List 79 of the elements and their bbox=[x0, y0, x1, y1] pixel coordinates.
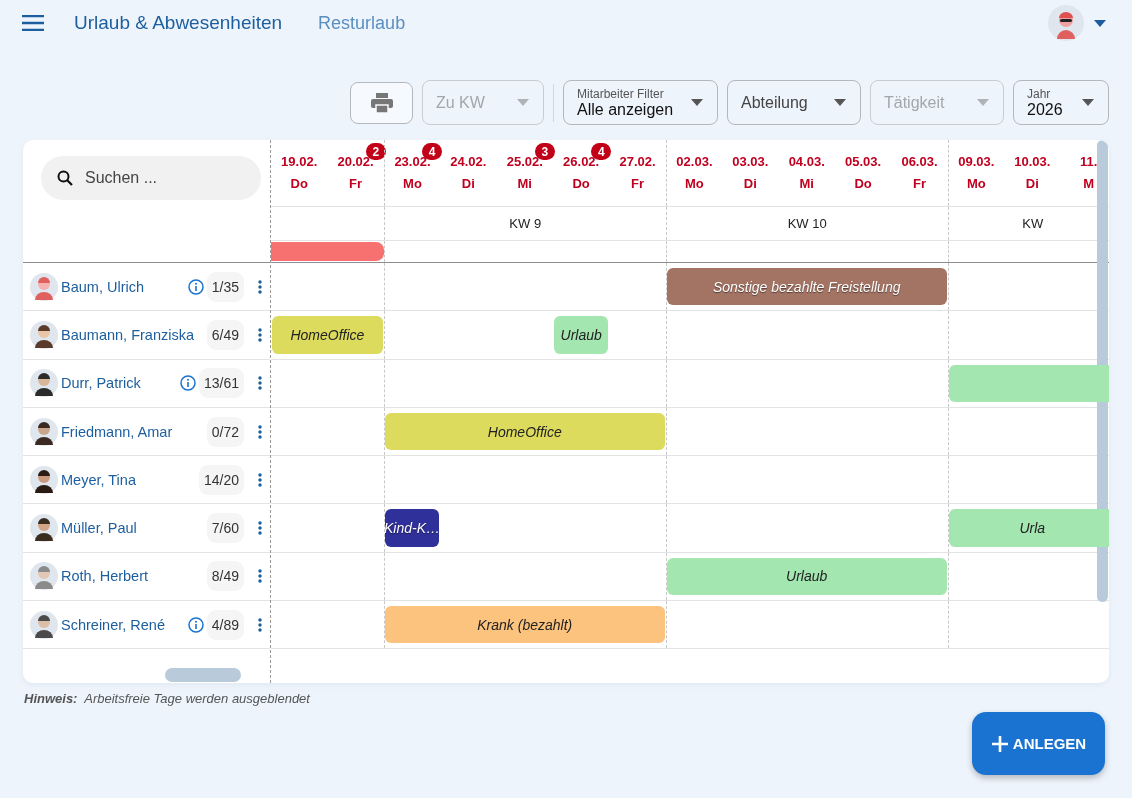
scrollbar[interactable] bbox=[1097, 140, 1108, 602]
print-button[interactable] bbox=[350, 81, 413, 124]
more-button[interactable] bbox=[256, 470, 264, 489]
vacation-count: 13/61 bbox=[198, 368, 244, 399]
vacation-count: 7/60 bbox=[206, 513, 244, 544]
vacation-count: 8/49 bbox=[206, 561, 244, 592]
more-button[interactable] bbox=[256, 374, 264, 393]
caret-icon bbox=[517, 99, 529, 106]
day-header: 03.03. Di bbox=[732, 153, 769, 193]
more-button[interactable] bbox=[256, 325, 264, 344]
avatar bbox=[30, 465, 58, 494]
day-header: 04.03. Mi bbox=[788, 153, 825, 193]
search-icon bbox=[57, 170, 73, 186]
week-label: KW 9 bbox=[509, 216, 542, 231]
info-icon[interactable] bbox=[187, 616, 204, 633]
hint-text: Hinweis: Arbeitsfreie Tage werden ausgeblendet bbox=[23, 690, 312, 708]
plus-icon bbox=[990, 734, 1009, 753]
day-header: 24.02. Di bbox=[450, 153, 487, 193]
avatar bbox=[30, 514, 58, 543]
employee-name[interactable]: Baumann, Franziska bbox=[61, 326, 207, 343]
employee-name[interactable]: Müller, Paul bbox=[61, 520, 207, 537]
absence-bar[interactable]: HomeOffice bbox=[384, 412, 665, 451]
info-icon[interactable] bbox=[187, 278, 204, 295]
caret-icon bbox=[834, 99, 846, 106]
vacation-count: 0/72 bbox=[206, 416, 244, 447]
caret-icon bbox=[1094, 19, 1106, 27]
vacation-count: 4/89 bbox=[206, 609, 244, 640]
absence-bar[interactable]: HomeOffice bbox=[272, 316, 383, 354]
nav-tab[interactable]: Urlaub & Abwesenheiten bbox=[74, 12, 283, 34]
avatar bbox=[30, 610, 58, 639]
absence-bar[interactable]: Urlaub bbox=[553, 316, 609, 354]
select-field[interactable]: Mitarbeiter Filter Alle anzeigen bbox=[563, 80, 718, 125]
scrollbar[interactable] bbox=[165, 668, 241, 682]
vacation-count: 6/49 bbox=[206, 319, 244, 350]
week-label: KW 10 bbox=[787, 216, 827, 231]
employee-name[interactable]: Schreiner, René bbox=[61, 616, 188, 633]
select-field[interactable]: Abteilung bbox=[727, 80, 861, 125]
day-header: 02.03. Mo bbox=[676, 153, 713, 193]
printer-icon bbox=[370, 92, 393, 113]
more-button[interactable] bbox=[256, 277, 264, 296]
employee-name[interactable]: Roth, Herbert bbox=[61, 568, 207, 585]
week-label: KW bbox=[1022, 216, 1044, 231]
absence-bar[interactable]: Sonstige bezahlte Freistellung bbox=[666, 268, 947, 306]
employee-name[interactable]: Durr, Patrick bbox=[61, 375, 180, 392]
day-header: 27.02. Fr bbox=[619, 153, 656, 193]
avatar bbox=[30, 272, 58, 301]
absence-bar[interactable]: Urla bbox=[948, 509, 1109, 547]
avatar bbox=[30, 369, 58, 398]
caret-icon bbox=[977, 99, 989, 106]
vacation-count: 14/20 bbox=[198, 464, 244, 495]
avatar bbox=[30, 562, 58, 591]
avatar bbox=[30, 417, 58, 446]
info-icon[interactable] bbox=[179, 375, 196, 392]
avatar bbox=[30, 320, 58, 349]
more-button[interactable] bbox=[256, 422, 264, 441]
vacation-count: 1/35 bbox=[206, 271, 244, 302]
caret-icon bbox=[691, 99, 703, 106]
day-header: 05.03. Do bbox=[845, 153, 882, 193]
create-button[interactable]: ANLEGEN bbox=[972, 712, 1105, 775]
menu-icon[interactable] bbox=[22, 15, 44, 31]
search-field[interactable]: Suchen ... bbox=[41, 156, 261, 200]
search-input[interactable]: Suchen ... bbox=[83, 168, 223, 188]
more-button[interactable] bbox=[256, 615, 264, 634]
user-menu[interactable] bbox=[1048, 5, 1106, 41]
day-header: 19.02. Do bbox=[281, 153, 318, 193]
more-button[interactable] bbox=[256, 567, 264, 586]
day-header: 06.03. Fr bbox=[901, 153, 938, 193]
day-header: 11. M bbox=[1080, 153, 1098, 193]
day-header: 10.03. Di bbox=[1014, 153, 1051, 193]
employee-name[interactable]: Baum, Ulrich bbox=[61, 278, 188, 295]
employee-name[interactable]: Meyer, Tina bbox=[61, 471, 199, 488]
caret-icon bbox=[1082, 99, 1094, 106]
day-header: 09.03. Mo bbox=[958, 153, 995, 193]
employee-name[interactable]: Friedmann, Amar bbox=[61, 423, 207, 440]
more-button[interactable] bbox=[256, 519, 264, 538]
absence-bar[interactable]: Krank (bezahlt) bbox=[384, 606, 665, 644]
absence-bar[interactable]: Urlaub bbox=[666, 557, 947, 596]
absence-bar[interactable]: Kind-K… bbox=[384, 509, 440, 547]
select-field[interactable]: Jahr 2026 bbox=[1013, 80, 1109, 125]
